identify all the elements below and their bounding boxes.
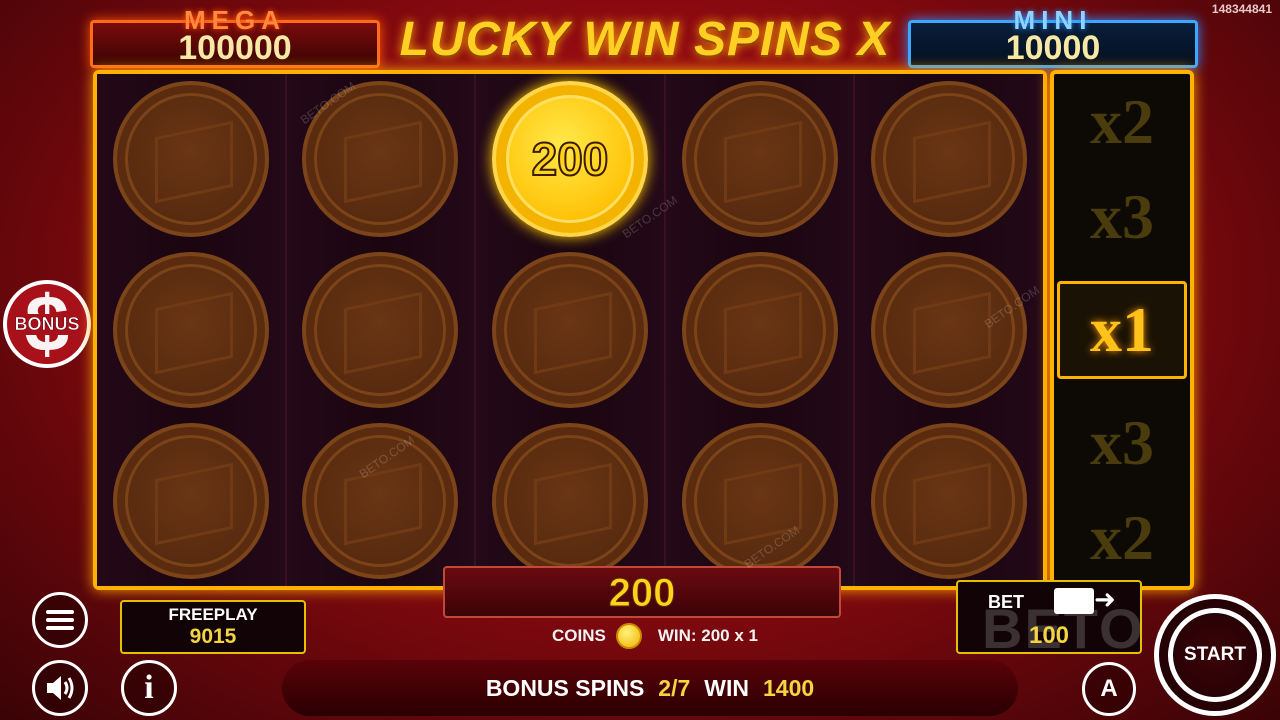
- win-formula: WIN: 200 x 1: [657, 626, 758, 645]
- multiplier-item: x2: [1090, 502, 1154, 574]
- sound-button[interactable]: [32, 660, 88, 716]
- speaker-icon: [47, 676, 74, 700]
- blank-coin-symbol: [871, 251, 1028, 408]
- blank-coin-symbol: [681, 251, 838, 408]
- multiplier-item: x3: [1090, 406, 1154, 478]
- reel-grid: 200: [93, 70, 1047, 590]
- autoplay-button[interactable]: A: [1082, 662, 1136, 716]
- mega-jackpot: MEGA 100000: [90, 5, 380, 68]
- blank-coin-symbol: [491, 251, 648, 408]
- coin-value: 200: [531, 132, 610, 186]
- bonus-win-value: 1400: [763, 674, 815, 701]
- bonus-spins-bar: BONUS SPINS 2/7 WIN 1400: [282, 660, 1018, 716]
- freeplay-panel: FREEPLAY 9015: [120, 600, 306, 654]
- info-icon: i: [144, 669, 154, 706]
- mini-jackpot: MINI 10000: [908, 5, 1198, 68]
- coins-label: COINS: [552, 626, 606, 645]
- blank-coin-symbol: [112, 81, 269, 238]
- gold-coin-symbol: 200: [491, 81, 648, 238]
- freeplay-value: 9015: [189, 625, 237, 648]
- bonus-buy-button[interactable]: $ BONUS: [3, 279, 91, 368]
- bonus-button-label: BONUS: [12, 313, 82, 335]
- blank-coin-symbol: [302, 251, 459, 408]
- win-amount: 200: [608, 571, 676, 616]
- bet-change-button[interactable]: [1054, 588, 1094, 614]
- arrow-right-icon: ➜: [1094, 584, 1116, 614]
- blank-coin-symbol: [681, 81, 838, 238]
- bet-panel[interactable]: BETO BET ➜ 100: [956, 580, 1143, 660]
- autoplay-icon: A: [1100, 675, 1118, 702]
- coins-row: COINS WIN: 200 x 1: [552, 622, 852, 650]
- menu-button[interactable]: [32, 592, 88, 648]
- bonus-win-label: WIN: [704, 674, 749, 701]
- start-button[interactable]: START: [1154, 594, 1276, 716]
- freeplay-label: FREEPLAY: [168, 605, 258, 624]
- blank-coin-symbol: [302, 81, 459, 238]
- mega-jackpot-value: 100000: [178, 29, 292, 67]
- reel-1: [97, 74, 287, 586]
- start-label: START: [1184, 644, 1246, 665]
- mini-jackpot-value: 10000: [1005, 29, 1101, 67]
- hamburger-icon: [46, 606, 74, 634]
- blank-coin-symbol: [871, 81, 1028, 238]
- round-id: 148344841: [1211, 2, 1272, 16]
- bonus-spins-count: 2/7: [658, 674, 691, 701]
- reel-5: [855, 74, 1043, 586]
- blank-coin-symbol: [302, 422, 459, 579]
- reel-4: [665, 74, 856, 586]
- blank-coin-symbol: [112, 251, 269, 408]
- blank-coin-symbol: [491, 422, 648, 579]
- multiplier-item: x2: [1090, 85, 1154, 157]
- info-button[interactable]: i: [121, 660, 177, 716]
- blank-coin-symbol: [871, 422, 1028, 579]
- bet-value: 100: [1028, 622, 1070, 649]
- reel-2: [286, 74, 477, 586]
- coin-icon: [615, 623, 642, 649]
- multiplier-column: x2 x3 x1 x3 x2: [1050, 70, 1194, 590]
- active-multiplier: x1: [1057, 280, 1187, 379]
- blank-coin-symbol: [681, 422, 838, 579]
- multiplier-item: x3: [1090, 181, 1154, 253]
- bet-label: BET: [988, 592, 1024, 612]
- game-title: LUCKY WIN SPINS X: [399, 13, 891, 66]
- win-panel: 200: [443, 566, 841, 618]
- blank-coin-symbol: [112, 422, 269, 579]
- bonus-spins-label: BONUS SPINS: [485, 674, 645, 701]
- reel-3: 200: [476, 74, 666, 586]
